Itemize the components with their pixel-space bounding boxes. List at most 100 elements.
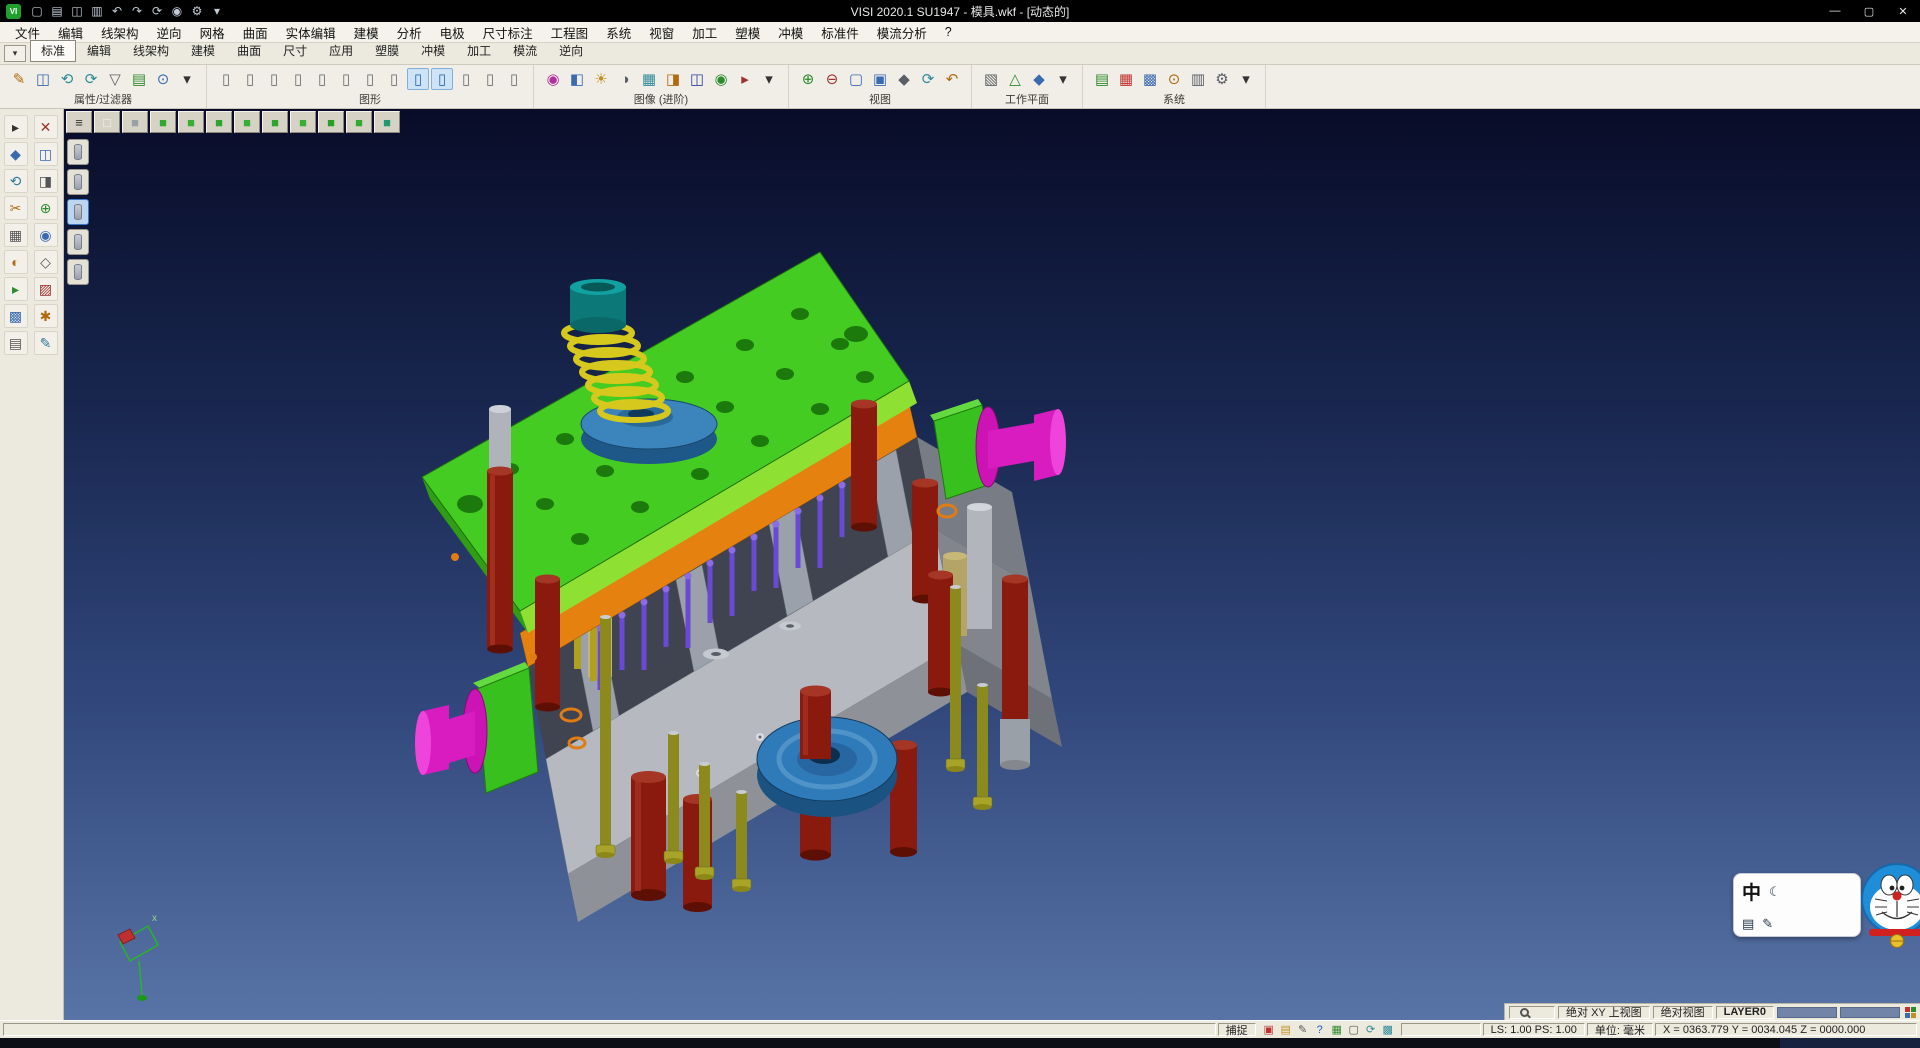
snapshot-icon[interactable]: ◉	[167, 0, 187, 22]
tab-surface[interactable]: 曲面	[226, 40, 272, 62]
lighting-icon[interactable]: ☀	[590, 68, 612, 90]
layer-filter-icon[interactable]: ▤	[128, 68, 150, 90]
help-indicator-icon[interactable]: ?	[1312, 1023, 1328, 1037]
toolbar-dropdown-icon[interactable]: ▾	[4, 45, 26, 62]
stereo-view-icon[interactable]: ◫	[686, 68, 708, 90]
workplane-entity-icon[interactable]: ◆	[1028, 68, 1050, 90]
ortho-indicator-icon[interactable]: ✎	[1295, 1023, 1311, 1037]
offset-icon[interactable]: ◉	[34, 223, 58, 247]
save-icon[interactable]: ◫	[67, 0, 87, 22]
zoom-out-icon[interactable]: ⊖	[821, 68, 843, 90]
tab-standard[interactable]: 标准	[30, 40, 76, 62]
filter-indicator-icon[interactable]: ▩	[1380, 1023, 1396, 1037]
database-icon[interactable]: ▥	[1187, 68, 1209, 90]
tab-application[interactable]: 应用	[318, 40, 364, 62]
settings-icon[interactable]: ⚙	[187, 0, 207, 22]
copy-icon[interactable]: ◫	[34, 142, 58, 166]
tab-reverse[interactable]: 逆向	[548, 40, 594, 62]
shaded-cube-icon[interactable]: ■	[122, 111, 148, 133]
menu-item[interactable]: 线架构	[92, 23, 148, 42]
explode-icon[interactable]: ✱	[34, 304, 58, 328]
view-iso-icon[interactable]: ■	[318, 111, 344, 133]
viewbar-menu-icon[interactable]: ≡	[66, 111, 92, 133]
snap-indicator-icon[interactable]: ▣	[1261, 1023, 1277, 1037]
workplane-3point-icon[interactable]: △	[1004, 68, 1026, 90]
trim-icon[interactable]: ✂	[4, 196, 28, 220]
menu-item[interactable]: 文件	[6, 23, 49, 42]
array-icon[interactable]: ▦	[4, 223, 28, 247]
graphic-slot-5-icon[interactable]: ▯	[311, 68, 333, 90]
ime-fullhalf-icon[interactable]: ☾	[1769, 884, 1781, 900]
move-icon[interactable]: ◆	[4, 142, 28, 166]
status-search-input[interactable]	[1509, 1006, 1555, 1019]
menu-item[interactable]: 视窗	[640, 23, 683, 42]
maximize-button[interactable]: ▢	[1852, 0, 1886, 22]
break-icon[interactable]: ▨	[34, 277, 58, 301]
menu-item[interactable]: 建模	[345, 23, 388, 42]
grid-indicator-icon[interactable]: ▤	[1278, 1023, 1294, 1037]
os-taskbar[interactable]	[0, 1038, 1920, 1048]
chamfer-icon[interactable]: ◇	[34, 250, 58, 274]
graphic-slot-4-icon[interactable]: ▯	[287, 68, 309, 90]
color-table-icon[interactable]: ▦	[1115, 68, 1137, 90]
tab-wireframe[interactable]: 线架构	[122, 40, 180, 62]
section-view-icon[interactable]: ◨	[662, 68, 684, 90]
3d-viewport[interactable]: x ≡□■■■■■■■■■■ 中 ☾ ▤✎	[64, 109, 1920, 1020]
regen-entities-icon[interactable]: ⟳	[80, 68, 102, 90]
layer-manager-icon[interactable]: ▤	[1091, 68, 1113, 90]
wireframe-cube-icon[interactable]: □	[94, 111, 120, 133]
graphic-slot-6-icon[interactable]: ▯	[335, 68, 357, 90]
redo-icon[interactable]: ↷	[127, 0, 147, 22]
menu-item[interactable]: 加工	[683, 23, 726, 42]
menu-item[interactable]: 系统	[597, 23, 640, 42]
menu-item[interactable]: 塑模	[726, 23, 769, 42]
stored-view-2[interactable]	[67, 169, 89, 195]
copy-attributes-icon[interactable]: ◫	[32, 68, 54, 90]
image-options-icon[interactable]: ▾	[758, 68, 780, 90]
graphic-slot-1-icon[interactable]: ▯	[215, 68, 237, 90]
quickbar-options-icon[interactable]: ▾	[207, 0, 227, 22]
menu-item[interactable]: 电极	[431, 23, 474, 42]
refresh-icon[interactable]: ⟳	[147, 0, 167, 22]
menu-item[interactable]: 编辑	[49, 23, 92, 42]
linestyle-swatch[interactable]	[1840, 1007, 1900, 1018]
open-file-icon[interactable]: ▤	[47, 0, 67, 22]
tab-flow[interactable]: 模流	[502, 40, 548, 62]
tab-modeling[interactable]: 建模	[180, 40, 226, 62]
pan-icon[interactable]: ◆	[893, 68, 915, 90]
mirror-icon[interactable]: ◨	[34, 169, 58, 193]
animation-icon[interactable]: ▸	[734, 68, 756, 90]
ime-settings-icon[interactable]: ✎	[1762, 916, 1773, 932]
ime-mode-toggle[interactable]: 中	[1742, 878, 1761, 905]
ime-status-box[interactable]: 中 ☾ ▤ ✎	[1733, 873, 1861, 937]
graphic-slot-7-icon[interactable]: ▯	[359, 68, 381, 90]
ime-keyboard-icon[interactable]: ▤	[1742, 916, 1754, 932]
menu-item[interactable]: ?	[936, 25, 961, 39]
layers-icon[interactable]: ▤	[4, 331, 28, 355]
background-icon[interactable]: ▦	[638, 68, 660, 90]
edit-attributes-icon[interactable]: ✎	[8, 68, 30, 90]
grid-settings-icon[interactable]: ▩	[1139, 68, 1161, 90]
menu-item[interactable]: 实体编辑	[277, 23, 345, 42]
tab-machining[interactable]: 加工	[456, 40, 502, 62]
menu-item[interactable]: 曲面	[234, 23, 277, 42]
view-dynamic-icon[interactable]: ■	[374, 111, 400, 133]
graphic-slot-2-icon[interactable]: ▯	[239, 68, 261, 90]
graphic-slot-8-icon[interactable]: ▯	[383, 68, 405, 90]
delete-icon[interactable]: ✕	[34, 115, 58, 139]
menu-item[interactable]: 网格	[191, 23, 234, 42]
previous-view-icon[interactable]: ↶	[941, 68, 963, 90]
system-options-icon[interactable]: ▾	[1235, 68, 1257, 90]
view-top-icon[interactable]: ■	[150, 111, 176, 133]
view-bottom-icon[interactable]: ■	[178, 111, 204, 133]
filter-funnel-icon[interactable]: ▽	[104, 68, 126, 90]
snap-toggle[interactable]: 捕捉	[1218, 1023, 1256, 1036]
shadow-icon[interactable]: ◑	[614, 68, 636, 90]
filter-options-icon[interactable]: ▾	[176, 68, 198, 90]
tab-stamping[interactable]: 冲模	[410, 40, 456, 62]
zoom-in-icon[interactable]: ⊕	[797, 68, 819, 90]
new-file-icon[interactable]: ▢	[27, 0, 47, 22]
menu-item[interactable]: 尺寸标注	[474, 23, 542, 42]
view-reference-label[interactable]: 绝对视图	[1653, 1006, 1713, 1019]
print-icon[interactable]: ▥	[87, 0, 107, 22]
